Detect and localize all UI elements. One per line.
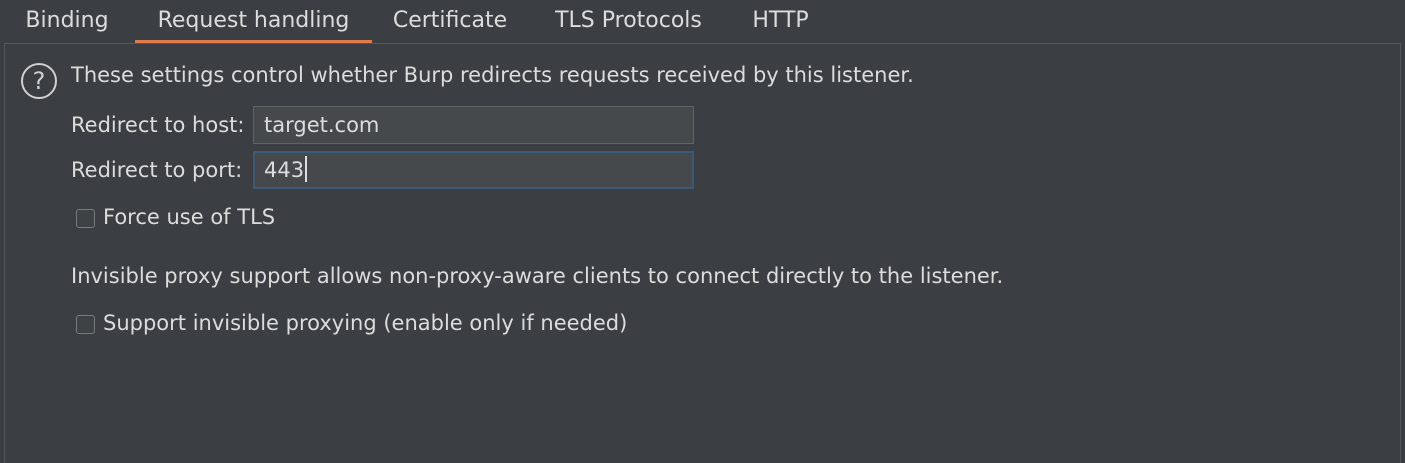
- redirect-port-input[interactable]: 443: [253, 151, 694, 189]
- invisible-proxy-note: Invisible proxy support allows non-proxy…: [71, 264, 1004, 288]
- redirect-host-label: Redirect to host:: [71, 113, 245, 137]
- tab-tls-protocols[interactable]: TLS Protocols: [540, 0, 717, 43]
- tab-binding[interactable]: Binding: [14, 0, 120, 43]
- help-icon[interactable]: ?: [21, 63, 57, 99]
- tab-request-handling[interactable]: Request handling: [135, 0, 372, 43]
- request-handling-panel: ? These settings control whether Burp re…: [4, 43, 1401, 463]
- force-tls-label[interactable]: Force use of TLS: [103, 205, 275, 229]
- invisible-proxy-label[interactable]: Support invisible proxying (enable only …: [103, 311, 627, 335]
- text-caret: [305, 156, 308, 182]
- redirect-port-label: Redirect to port:: [71, 158, 243, 182]
- invisible-proxy-checkbox[interactable]: [76, 315, 95, 334]
- redirect-host-input[interactable]: target.com: [253, 106, 694, 144]
- tab-http[interactable]: HTTP: [738, 0, 823, 43]
- listener-settings-window: Binding Request handling Certificate TLS…: [0, 0, 1405, 463]
- redirect-host-value: target.com: [264, 113, 380, 137]
- tab-bar: Binding Request handling Certificate TLS…: [0, 0, 1405, 43]
- redirect-port-value: 443: [264, 158, 305, 182]
- intro-text: These settings control whether Burp redi…: [71, 63, 914, 87]
- force-tls-checkbox[interactable]: [76, 209, 95, 228]
- tab-certificate[interactable]: Certificate: [380, 0, 520, 43]
